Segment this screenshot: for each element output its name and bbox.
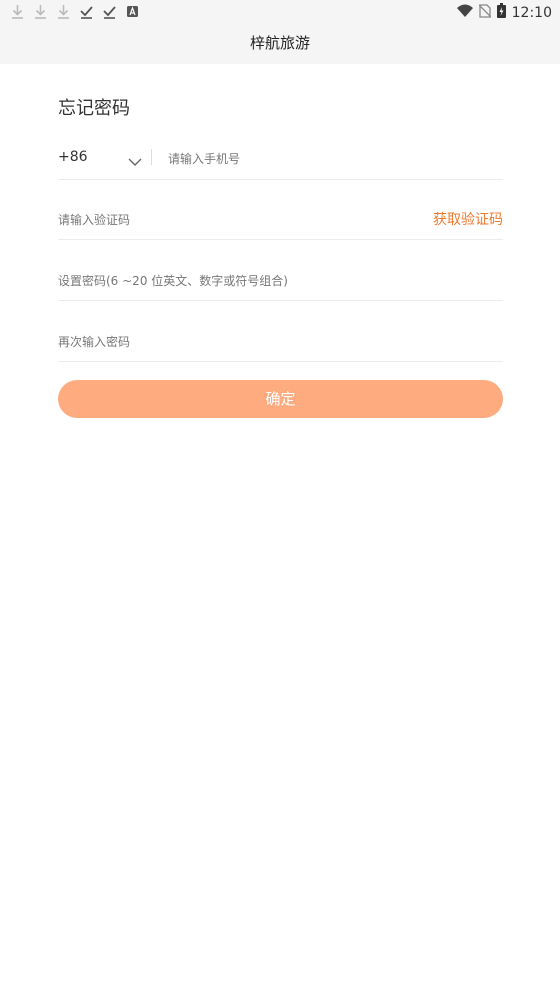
verification-code-row: 请输入验证码 获取验证码 (58, 179, 503, 240)
check-icon (102, 3, 117, 20)
get-code-button[interactable]: 获取验证码 (433, 209, 503, 229)
confirm-password-input[interactable]: 再次输入密码 (58, 333, 130, 350)
download-icon (56, 3, 71, 20)
battery-icon (496, 3, 506, 22)
password-input[interactable]: 设置密码(6 ~20 位英文、数字或符号组合) (58, 272, 288, 289)
submit-button[interactable]: 确定 (58, 380, 503, 418)
phone-row: +86 请输入手机号 (58, 127, 503, 180)
font-a-icon (125, 3, 140, 20)
download-icon (10, 3, 25, 20)
password-row: 设置密码(6 ~20 位英文、数字或符号组合) (58, 240, 503, 301)
status-bar: 12:10 (0, 0, 560, 24)
no-sim-icon (478, 3, 492, 22)
phone-input[interactable]: 请输入手机号 (168, 150, 240, 167)
divider (151, 149, 152, 165)
form-heading: 忘记密码 (58, 98, 130, 119)
check-icon (79, 3, 94, 20)
forgot-password-form: 忘记密码 +86 请输入手机号 请输入验证码 获取验证码 设置密码(6 ~20 … (0, 64, 560, 998)
page-title: 梓航旅游 (249, 34, 310, 52)
confirm-password-row: 再次输入密码 (58, 301, 503, 362)
title-bar: 梓航旅游 (0, 24, 560, 64)
wifi-icon (456, 4, 473, 22)
chevron-down-icon[interactable] (128, 152, 142, 166)
system-status: 12:10 (456, 3, 552, 22)
notification-icons (10, 3, 140, 20)
country-code-select[interactable]: +86 (58, 149, 88, 165)
verification-code-input[interactable]: 请输入验证码 (58, 211, 130, 228)
download-icon (33, 3, 48, 20)
status-time: 12:10 (511, 4, 552, 21)
